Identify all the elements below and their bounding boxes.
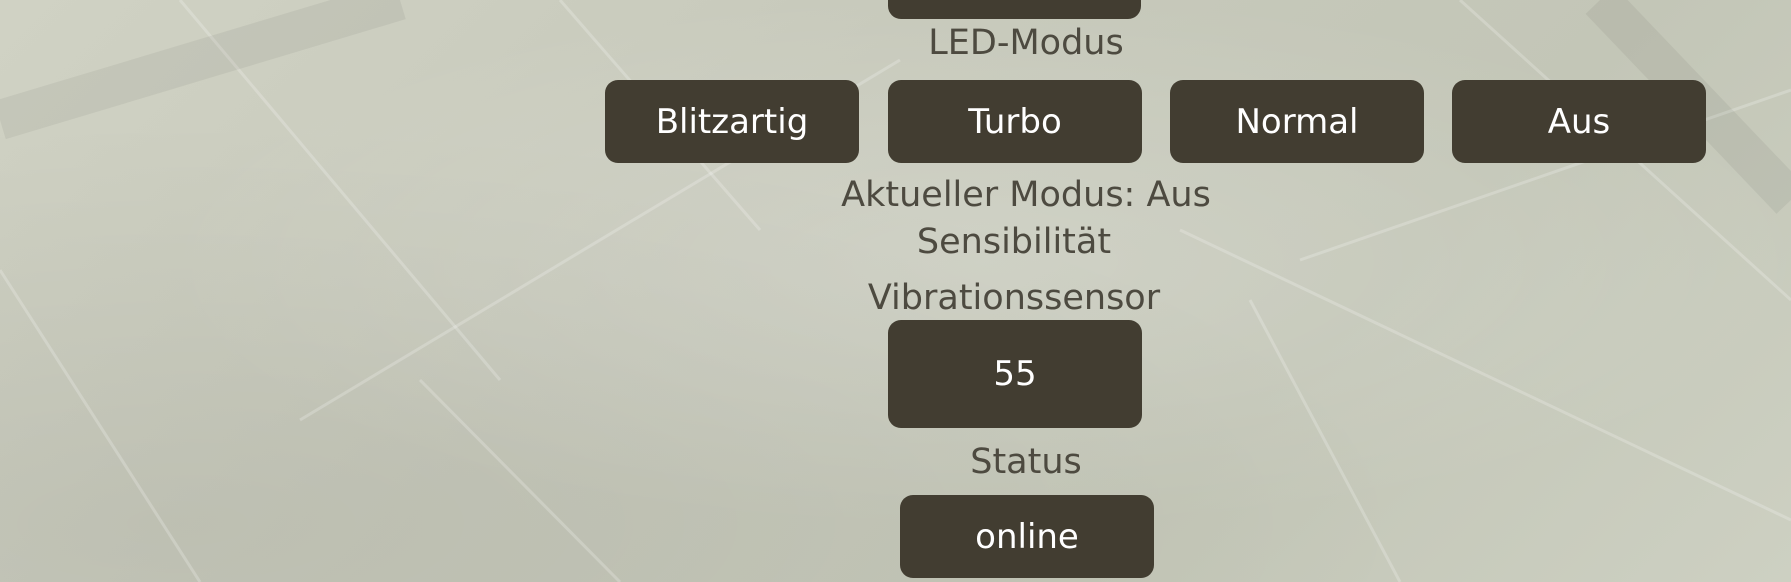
led-mode-label: LED-Modus bbox=[928, 23, 1124, 63]
led-mode-blitzartig-button[interactable]: Blitzartig bbox=[605, 80, 859, 163]
led-mode-turbo-button[interactable]: Turbo bbox=[888, 80, 1142, 163]
top-partial-button[interactable] bbox=[888, 0, 1141, 19]
current-mode-text: Aktueller Modus: Aus bbox=[841, 175, 1211, 215]
status-value-badge: online bbox=[900, 495, 1154, 578]
led-mode-normal-button[interactable]: Normal bbox=[1170, 80, 1424, 163]
vibration-sensor-label: Vibrationssensor bbox=[867, 278, 1161, 318]
vibration-sensor-value[interactable]: 55 bbox=[888, 320, 1142, 428]
led-mode-aus-button[interactable]: Aus bbox=[1452, 80, 1706, 163]
status-label: Status bbox=[970, 442, 1082, 482]
sensitivity-label: Sensibilität bbox=[916, 222, 1112, 262]
